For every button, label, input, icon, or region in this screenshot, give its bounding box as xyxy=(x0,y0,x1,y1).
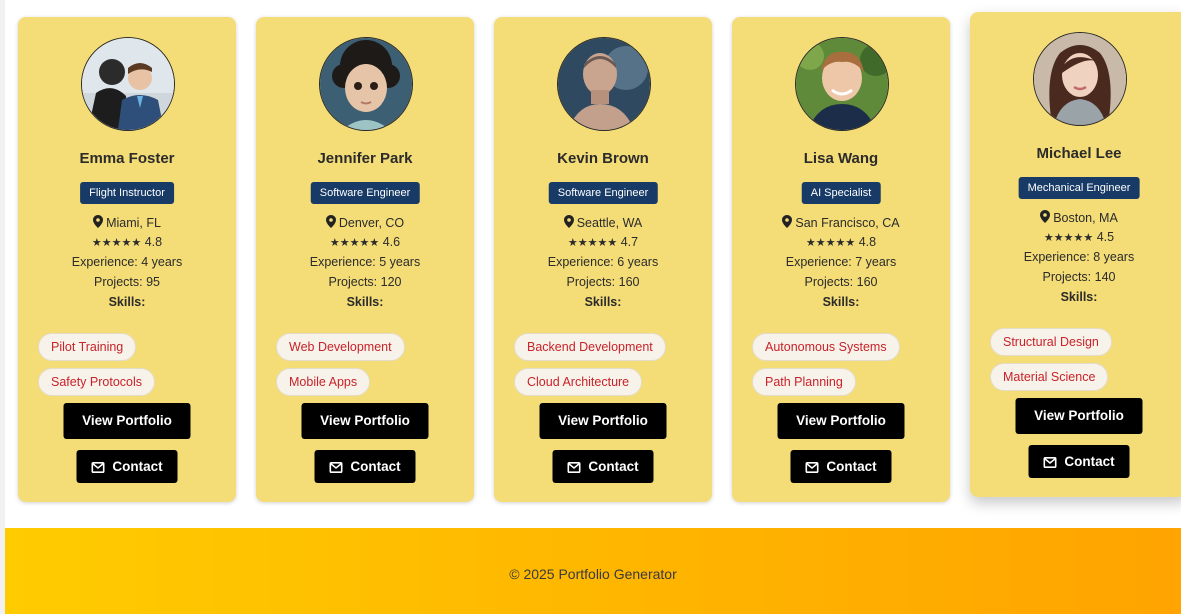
portfolio-card: Lisa Wang AI Specialist San Francisco, C… xyxy=(732,17,950,502)
map-pin-icon xyxy=(325,215,336,228)
portfolio-card-grid: Emma Foster Flight Instructor Miami, FL … xyxy=(0,0,1181,528)
rating: ★★★★★ 4.6 xyxy=(256,235,474,249)
contact-label: Contact xyxy=(112,459,163,474)
skill-chip: Cloud Architecture xyxy=(514,368,643,396)
envelope-icon xyxy=(567,462,581,473)
contact-button[interactable]: Contact xyxy=(314,450,416,483)
page-footer: © 2025 Portfolio Generator xyxy=(5,528,1181,614)
projects-count: Projects: 140 xyxy=(1042,270,1116,284)
person-name: Emma Foster xyxy=(79,150,175,167)
location: Denver, CO xyxy=(256,215,474,230)
rating-value: 4.7 xyxy=(620,235,639,249)
view-portfolio-button[interactable]: View Portfolio xyxy=(539,403,667,439)
skill-chip: Path Planning xyxy=(752,368,856,396)
contact-label: Contact xyxy=(826,459,877,474)
star-rating: ★★★★★ xyxy=(567,237,618,249)
star-rating: ★★★★★ xyxy=(329,237,380,249)
location: Miami, FL xyxy=(18,215,236,230)
experience: Experience: 6 years xyxy=(547,255,659,269)
map-pin-icon xyxy=(563,215,574,228)
contact-label: Contact xyxy=(588,459,639,474)
avatar xyxy=(557,37,651,131)
person-name: Lisa Wang xyxy=(803,150,879,167)
rating-value: 4.8 xyxy=(858,235,877,249)
role-badge: Software Engineer xyxy=(548,182,658,204)
rating: ★★★★★ 4.7 xyxy=(494,235,712,249)
skill-chip: Mobile Apps xyxy=(276,368,371,396)
avatar xyxy=(1033,32,1127,126)
portfolio-card: Kevin Brown Software Engineer Seattle, W… xyxy=(494,17,712,502)
portfolio-card: Jennifer Park Software Engineer Denver, … xyxy=(256,17,474,502)
portfolio-card: Michael Lee Mechanical Engineer Boston, … xyxy=(970,12,1181,497)
projects-count: Projects: 160 xyxy=(566,275,640,289)
role-badge: Software Engineer xyxy=(310,182,420,204)
role-badge: Mechanical Engineer xyxy=(1018,177,1140,199)
contact-button[interactable]: Contact xyxy=(790,450,892,483)
location: San Francisco, CA xyxy=(732,215,950,230)
view-portfolio-button[interactable]: View Portfolio xyxy=(777,403,905,439)
projects-count: Projects: 95 xyxy=(93,275,160,289)
view-portfolio-button[interactable]: View Portfolio xyxy=(1015,398,1143,434)
contact-label: Contact xyxy=(350,459,401,474)
envelope-icon xyxy=(329,462,343,473)
map-pin-icon xyxy=(1040,210,1051,223)
person-name: Michael Lee xyxy=(1036,145,1122,162)
view-portfolio-button[interactable]: View Portfolio xyxy=(63,403,191,439)
skills-label: Skills: xyxy=(346,295,384,309)
rating-value: 4.5 xyxy=(1096,230,1115,244)
contact-label: Contact xyxy=(1064,454,1115,469)
skill-chip: Pilot Training xyxy=(38,333,137,361)
skills-label: Skills: xyxy=(584,295,622,309)
avatar xyxy=(81,37,175,131)
location-text: Seattle, WA xyxy=(576,216,643,230)
location-text: Denver, CO xyxy=(338,216,405,230)
location-text: Miami, FL xyxy=(106,216,161,230)
avatar xyxy=(795,37,889,131)
envelope-icon xyxy=(805,462,819,473)
copyright-text: © 2025 Portfolio Generator xyxy=(509,566,677,582)
location-text: Boston, MA xyxy=(1053,211,1118,225)
experience: Experience: 8 years xyxy=(1023,250,1135,264)
skill-chip: Material Science xyxy=(990,363,1109,391)
map-pin-icon xyxy=(782,215,793,228)
rating: ★★★★★ 4.8 xyxy=(732,235,950,249)
skill-chip: Autonomous Systems xyxy=(752,333,900,361)
rating: ★★★★★ 4.8 xyxy=(18,235,236,249)
view-portfolio-button[interactable]: View Portfolio xyxy=(301,403,429,439)
location: Boston, MA xyxy=(970,210,1181,225)
map-pin-icon xyxy=(93,215,104,228)
contact-button[interactable]: Contact xyxy=(1028,445,1130,478)
person-name: Kevin Brown xyxy=(557,150,649,167)
envelope-icon xyxy=(91,462,105,473)
star-rating: ★★★★★ xyxy=(805,237,856,249)
skill-chip: Safety Protocols xyxy=(38,368,156,396)
skills-label: Skills: xyxy=(822,295,860,309)
skill-chip: Structural Design xyxy=(990,328,1112,356)
rating-value: 4.8 xyxy=(144,235,163,249)
portfolio-card: Emma Foster Flight Instructor Miami, FL … xyxy=(18,17,236,502)
star-rating: ★★★★★ xyxy=(91,237,142,249)
contact-button[interactable]: Contact xyxy=(552,450,654,483)
rating-value: 4.6 xyxy=(382,235,401,249)
skill-chip: Web Development xyxy=(276,333,405,361)
location-text: San Francisco, CA xyxy=(795,216,900,230)
person-name: Jennifer Park xyxy=(317,150,413,167)
contact-button[interactable]: Contact xyxy=(76,450,178,483)
skill-chip: Backend Development xyxy=(514,333,666,361)
envelope-icon xyxy=(1043,457,1057,468)
skills-label: Skills: xyxy=(108,295,146,309)
location: Seattle, WA xyxy=(494,215,712,230)
role-badge: Flight Instructor xyxy=(80,182,174,204)
experience: Experience: 4 years xyxy=(71,255,183,269)
experience: Experience: 7 years xyxy=(785,255,897,269)
experience: Experience: 5 years xyxy=(309,255,421,269)
role-badge: AI Specialist xyxy=(801,182,881,204)
star-rating: ★★★★★ xyxy=(1043,232,1094,244)
projects-count: Projects: 160 xyxy=(804,275,878,289)
skills-label: Skills: xyxy=(1060,290,1098,304)
projects-count: Projects: 120 xyxy=(328,275,402,289)
rating: ★★★★★ 4.5 xyxy=(970,230,1181,244)
avatar xyxy=(319,37,413,131)
